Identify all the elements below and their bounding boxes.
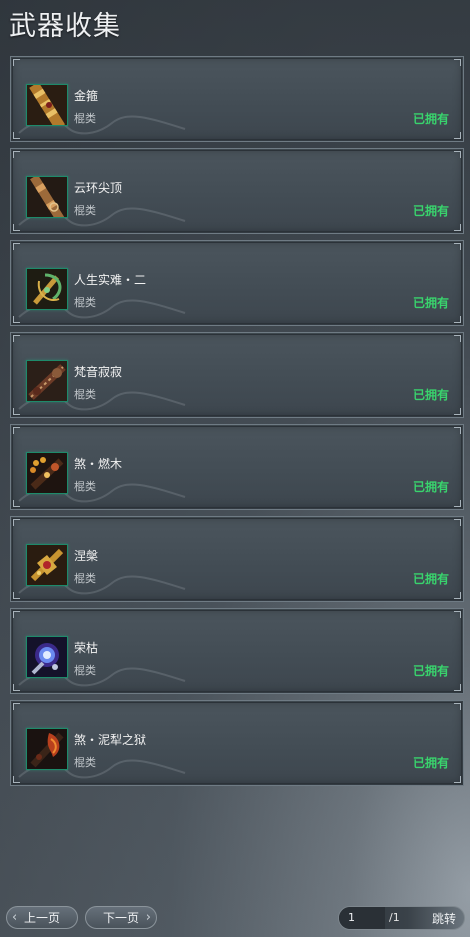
weapon-card[interactable]: 金箍 棍类 已拥有	[10, 56, 464, 142]
owned-status: 已拥有	[412, 664, 449, 678]
weapon-name: 荣枯	[74, 641, 99, 655]
owned-status: 已拥有	[412, 480, 449, 494]
weapon-type: 棍类	[74, 572, 96, 585]
weapon-name: 云环尖顶	[74, 181, 123, 195]
weapon-card[interactable]: 人生实难・二 棍类 已拥有	[10, 240, 464, 326]
prev-page-button[interactable]: ‹ 上一页	[6, 906, 78, 929]
weapon-card[interactable]: 煞・泥犁之狱 棍类 已拥有	[10, 700, 464, 786]
weapon-type: 棍类	[74, 296, 96, 309]
owned-status: 已拥有	[412, 112, 449, 126]
bronze-ring-staff-icon	[26, 176, 68, 218]
weapon-name: 煞・燃木	[74, 457, 123, 471]
weapon-card[interactable]: 云环尖顶 棍类 已拥有	[10, 148, 464, 234]
weapon-name: 煞・泥犁之狱	[74, 733, 147, 747]
jump-button[interactable]: 跳转	[424, 907, 464, 929]
owned-status: 已拥有	[412, 388, 449, 402]
weapon-name: 金箍	[74, 89, 99, 103]
page-number-input[interactable]: 1	[339, 907, 385, 929]
owned-status: 已拥有	[412, 296, 449, 310]
page-total: /1	[389, 911, 400, 924]
next-page-button[interactable]: 下一页 ›	[85, 906, 157, 929]
weapon-type: 棍类	[74, 756, 96, 769]
owned-status: 已拥有	[412, 572, 449, 586]
page-jumper: 1 /1 跳转	[338, 906, 465, 930]
weapon-type: 棍类	[74, 388, 96, 401]
jade-crescent-staff-icon	[26, 268, 68, 310]
next-page-label: 下一页	[102, 911, 139, 925]
weapon-name: 涅槃	[74, 549, 99, 563]
weapon-type: 棍类	[74, 112, 96, 125]
weapon-type: 棍类	[74, 204, 96, 217]
hell-flame-staff-icon	[26, 728, 68, 770]
weapon-card[interactable]: 荣枯 棍类 已拥有	[10, 608, 464, 694]
weapon-card[interactable]: 涅槃 棍类 已拥有	[10, 516, 464, 602]
weapon-name: 人生实难・二	[74, 273, 147, 287]
prev-page-label: 上一页	[23, 911, 60, 925]
burning-wood-staff-icon	[26, 452, 68, 494]
blue-orb-staff-icon	[26, 636, 68, 678]
owned-status: 已拥有	[412, 204, 449, 218]
owned-status: 已拥有	[412, 756, 449, 770]
weapon-list: 金箍 棍类 已拥有 云环尖顶 棍类 已拥有 人生实难・二 棍类 已拥有 梵音寂寂…	[10, 56, 464, 792]
weapon-type: 棍类	[74, 664, 96, 677]
page-title: 武器收集	[9, 11, 121, 42]
nirvana-staff-icon	[26, 544, 68, 586]
golden-staff-icon	[26, 84, 68, 126]
weapon-type: 棍类	[74, 480, 96, 493]
carved-bone-staff-icon	[26, 360, 68, 402]
weapon-card[interactable]: 煞・燃木 棍类 已拥有	[10, 424, 464, 510]
chevron-right-icon: ›	[145, 910, 151, 925]
weapon-name: 梵音寂寂	[74, 365, 123, 379]
weapon-card[interactable]: 梵音寂寂 棍类 已拥有	[10, 332, 464, 418]
chevron-left-icon: ‹	[12, 910, 18, 925]
